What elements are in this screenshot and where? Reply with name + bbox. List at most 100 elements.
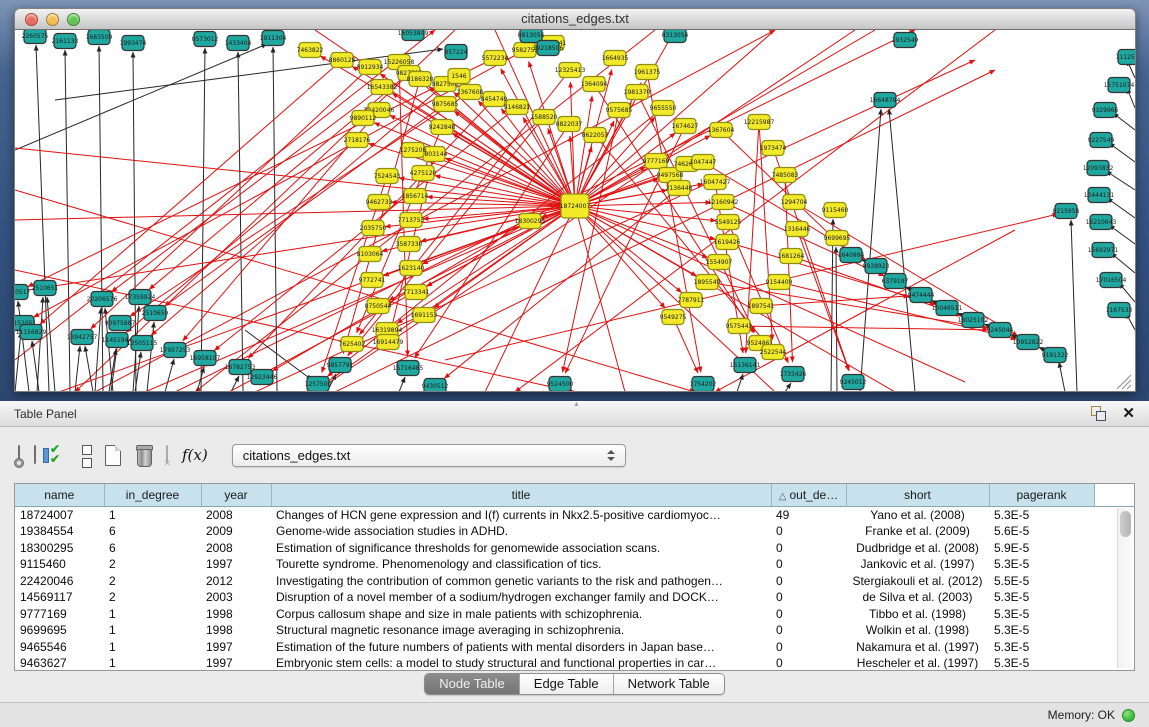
graph-node[interactable]: 7625402 — [339, 337, 366, 352]
graph-node[interactable]: 1681264 — [778, 249, 805, 264]
graph-node[interactable]: 1993474 — [120, 36, 147, 51]
table-row[interactable]: 911546021997Tourette syndrome. Phenomeno… — [15, 556, 1135, 573]
close-panel-icon[interactable] — [1122, 406, 1135, 421]
graph-node[interactable]: 9191322 — [1042, 348, 1069, 363]
graph-node[interactable]: 10046511 — [932, 301, 963, 316]
graph-node[interactable]: 1167533 — [1106, 303, 1133, 318]
graph-node[interactable]: 2160517 — [15, 285, 31, 300]
graph-edge[interactable] — [15, 332, 21, 391]
graph-node[interactable]: 2367608 — [457, 85, 484, 100]
table-row[interactable]: 1872400712008Changes of HCN gene express… — [15, 506, 1135, 523]
table-row[interactable]: 1938455462009Genome-wide association stu… — [15, 523, 1135, 540]
graph-node[interactable]: 1546 — [448, 69, 470, 84]
tab-node-table[interactable]: Node Table — [425, 674, 520, 694]
graph-node[interactable]: 8573012 — [192, 32, 219, 47]
graph-node[interactable]: 2035750 — [360, 221, 387, 236]
graph-node[interactable]: 2522544 — [760, 345, 787, 360]
graph-edge[interactable] — [1059, 362, 1065, 391]
table-row[interactable]: 946554611997Estimation of the future num… — [15, 639, 1135, 656]
column-header-out_degree[interactable]: △out_de… — [771, 484, 846, 506]
graph-node[interactable]: 3587330 — [396, 237, 423, 252]
column-header-title[interactable]: title — [271, 484, 771, 506]
graph-node[interactable]: 2161133 — [52, 34, 79, 49]
graph-node[interactable]: 12325413 — [555, 63, 586, 78]
scrollbar-thumb[interactable] — [1120, 511, 1131, 537]
graph-edge[interactable] — [85, 346, 93, 391]
graph-node[interactable]: 9772741 — [359, 273, 386, 288]
new-document-icon[interactable] — [105, 445, 121, 466]
graph-node[interactable]: 1664935 — [602, 51, 629, 66]
graph-node[interactable]: 1433404 — [225, 36, 252, 51]
graph-node[interactable]: 10952822 — [1013, 335, 1044, 350]
graph-node[interactable]: 9154409 — [766, 275, 793, 290]
graph-node[interactable]: 15136141 — [730, 358, 761, 373]
network-canvas[interactable]: 1872400774638228860128891293415226058982… — [15, 30, 1135, 391]
graph-node[interactable]: 16047427 — [700, 175, 731, 190]
graph-node[interactable]: 5572234 — [482, 51, 509, 66]
graph-node[interactable]: 1619426 — [714, 235, 741, 250]
graph-node[interactable]: 9524500 — [547, 377, 574, 392]
graph-node[interactable]: 1674627 — [672, 119, 699, 134]
table-row[interactable]: 1830029562008Estimation of significance … — [15, 540, 1135, 557]
graph-node[interactable]: 8622057 — [582, 128, 609, 143]
graph-edge[interactable] — [1111, 253, 1135, 273]
graph-node[interactable]: 8215958 — [1053, 204, 1080, 219]
graph-node[interactable]: 8313054 — [662, 30, 689, 43]
minimize-button[interactable] — [46, 13, 59, 26]
graph-edge[interactable] — [238, 52, 243, 391]
table-row[interactable]: 969969511998Structural magnetic resonanc… — [15, 622, 1135, 639]
graph-node[interactable]: 9329966 — [1092, 103, 1119, 118]
graph-node[interactable]: 90975887 — [105, 316, 136, 331]
graph-node[interactable]: 9242848 — [429, 120, 456, 135]
graph-node[interactable]: 9875685 — [432, 97, 459, 112]
graph-node[interactable]: 2136448 — [666, 181, 693, 196]
graph-node[interactable]: 1897541 — [748, 299, 775, 314]
graph-node[interactable]: 1981370 — [624, 85, 651, 100]
graph-node[interactable]: 18300295 — [515, 214, 546, 229]
graph-edge[interactable] — [165, 359, 174, 391]
graph-edge[interactable] — [1106, 171, 1135, 190]
graph-node[interactable]: 2718176 — [344, 133, 371, 148]
float-panel-icon[interactable] — [1091, 406, 1106, 421]
graph-edge[interactable] — [647, 72, 701, 372]
column-header-pagerank[interactable]: pagerank — [989, 484, 1094, 506]
graph-node[interactable]: 2510651 — [32, 281, 59, 296]
graph-node[interactable]: 9146821 — [504, 100, 531, 115]
graph-node[interactable]: 1961375 — [634, 65, 661, 80]
graph-node[interactable]: 9245044 — [987, 323, 1014, 338]
column-select-icon[interactable] — [34, 446, 36, 464]
graph-node[interactable]: 7713341 — [403, 285, 430, 300]
graph-node[interactable]: 7713753 — [398, 213, 425, 228]
graph-node[interactable]: 9245012 — [840, 375, 867, 390]
graph-node[interactable]: 8186328 — [407, 72, 434, 87]
graph-node[interactable]: 11156829 — [16, 325, 47, 340]
graph-node[interactable]: 9777169 — [643, 154, 670, 169]
graph-node[interactable]: 16914479 — [373, 335, 404, 350]
graph-node[interactable]: 13444131 — [1084, 188, 1115, 203]
graph-node[interactable]: 9890112 — [350, 111, 377, 126]
graph-node[interactable]: 8938923 — [863, 259, 890, 274]
graph-node[interactable]: 9474444 — [908, 288, 935, 303]
graph-edge[interactable] — [1109, 143, 1135, 162]
graph-node[interactable]: 1294704 — [781, 195, 808, 210]
graph-node[interactable]: 9430512 — [422, 379, 449, 392]
graph-node[interactable]: 1316446 — [784, 222, 811, 237]
graph-node[interactable]: 9655550 — [650, 101, 677, 116]
graph-node[interactable]: 1640994 — [838, 248, 865, 263]
panel-resize-grip[interactable] — [575, 401, 585, 407]
graph-node[interactable]: 12215987 — [744, 115, 775, 130]
window-resize-grip[interactable] — [1127, 385, 1131, 389]
graph-node[interactable]: 17359924 — [125, 290, 156, 305]
graph-edge[interactable] — [399, 377, 405, 391]
graph-node[interactable]: 1275208 — [400, 143, 427, 158]
graph-node[interactable]: 1733426 — [780, 367, 807, 382]
graph-edge[interactable] — [32, 341, 39, 391]
graph-edge[interactable] — [739, 326, 988, 330]
graph-edge[interactable] — [399, 62, 408, 356]
graph-node[interactable]: 15751074 — [1104, 78, 1135, 93]
graph-edge[interactable] — [1109, 225, 1135, 244]
graph-node[interactable]: 16958107 — [190, 351, 221, 366]
graph-node[interactable]: 1932549 — [892, 33, 919, 48]
graph-node[interactable]: 16543382 — [367, 80, 398, 95]
graph-node[interactable]: 18025102 — [958, 313, 989, 328]
